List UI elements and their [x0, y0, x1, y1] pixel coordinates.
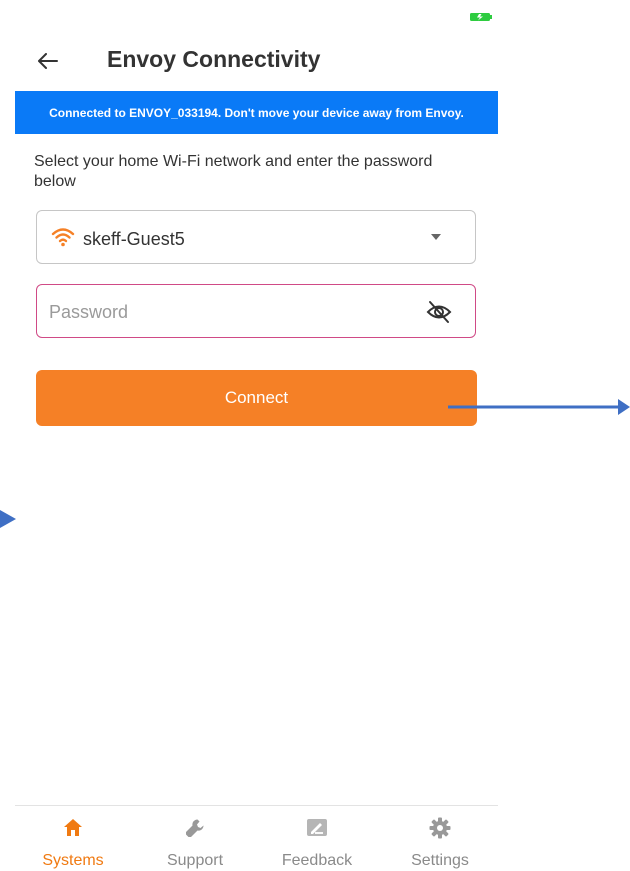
tab-feedback[interactable]: Feedback — [262, 806, 372, 871]
password-input[interactable] — [47, 297, 411, 327]
password-field — [36, 284, 476, 338]
caret-down-icon — [431, 234, 441, 240]
tab-label-feedback: Feedback — [281, 852, 353, 869]
annotation-arrow-right-icon — [448, 399, 630, 415]
wifi-network-select[interactable]: skeff-Guest5 — [36, 210, 476, 264]
wifi-icon — [51, 228, 75, 247]
connect-button[interactable]: Connect — [36, 370, 477, 426]
tab-support[interactable]: Support — [140, 806, 250, 871]
page-title: Envoy Connectivity — [107, 46, 321, 72]
annotation-pointer-icon — [0, 510, 16, 528]
app-header: Envoy Connectivity — [15, 40, 498, 84]
back-button[interactable] — [33, 46, 63, 76]
tab-settings[interactable]: Settings — [385, 806, 495, 871]
toggle-password-visibility-button[interactable] — [425, 299, 453, 325]
battery-icon — [470, 13, 492, 21]
gear-icon — [429, 817, 451, 839]
instruction-text: Select your home Wi-Fi network and enter… — [34, 153, 433, 190]
tab-label-systems: Systems — [42, 852, 104, 869]
connection-banner: Connected to ENVOY_033194. Don't move yo… — [15, 91, 498, 134]
tab-label-settings: Settings — [411, 852, 469, 869]
home-icon — [64, 819, 82, 836]
feedback-icon — [307, 819, 327, 836]
bottom-tab-bar: Systems Support Feedback Settings — [15, 805, 498, 871]
wrench-icon — [186, 819, 204, 837]
tab-label-support: Support — [166, 852, 224, 869]
eye-hidden-icon — [426, 301, 452, 323]
tab-systems[interactable]: Systems — [18, 806, 128, 871]
arrow-left-icon — [38, 53, 58, 69]
selected-network-name: skeff-Guest5 — [83, 229, 185, 249]
